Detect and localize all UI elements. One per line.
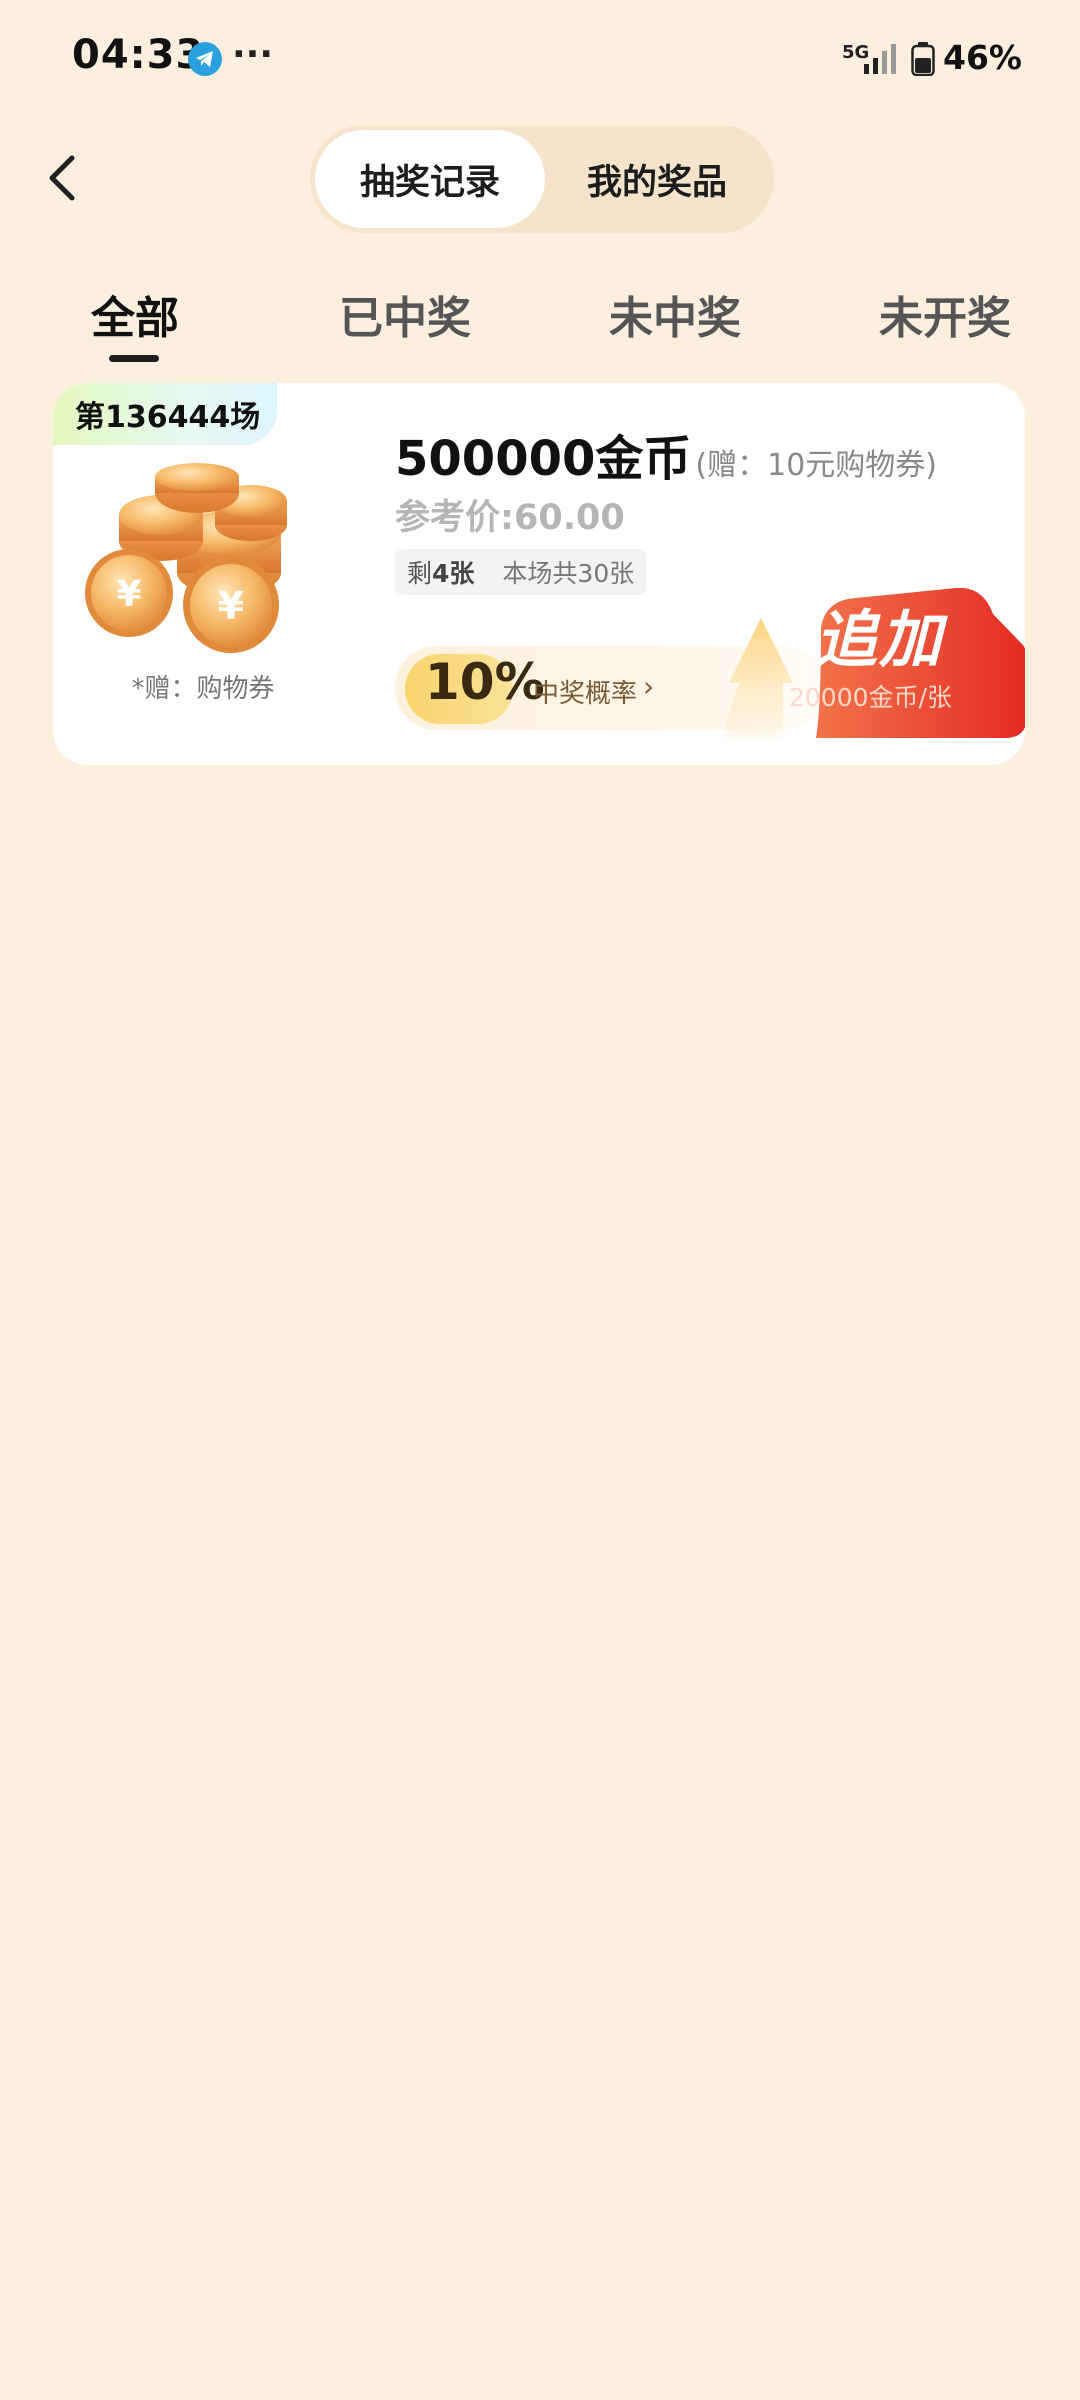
chevron-left-icon [49, 155, 75, 201]
total-tickets: 本场共30张 [502, 559, 635, 588]
reference-price: 参考价:60.00 [395, 498, 625, 538]
battery-icon [911, 42, 935, 76]
svg-text:¥: ¥ [218, 584, 244, 628]
signal-icon [864, 44, 896, 74]
active-tab-indicator [109, 355, 159, 362]
add-ticket-price: 20000金币/张 [789, 683, 952, 712]
segment-draw-records[interactable]: 抽奖记录 [315, 130, 545, 228]
prize-title: 500000金币 (赠：10元购物券) [395, 419, 937, 489]
telegram-icon [188, 42, 222, 76]
ticket-info: 剩4张 本场共30张 [395, 549, 647, 595]
add-ticket-label: 追加 [815, 603, 944, 676]
gift-note: *赠：购物券 [131, 674, 275, 704]
status-bar: 04:33 ··· 5G 46% [0, 0, 1080, 120]
win-probability-value: 10% [425, 653, 545, 711]
svg-text:¥: ¥ [116, 574, 141, 615]
tab-not-won[interactable]: 未中奖 [609, 282, 741, 346]
back-button[interactable] [42, 150, 82, 206]
prize-bonus: (赠：10元购物券) [695, 448, 937, 483]
win-probability-label: 中奖概率 [533, 679, 638, 709]
header-segmented-control: 抽奖记录 我的奖品 [310, 125, 774, 233]
lottery-record-card[interactable]: 第136444场 ¥ ¥ *赠：购物券 500000金币 (赠：10元购物券) … [53, 383, 1025, 765]
battery-percentage: 46% [943, 38, 1022, 77]
tab-all[interactable]: 全部 [91, 282, 179, 346]
gold-coins-image: ¥ ¥ [85, 463, 287, 653]
round-badge: 第136444场 [53, 383, 277, 445]
filter-tabs: 全部 已中奖 未中奖 未开奖 [0, 270, 1080, 370]
remaining-tickets: 剩4张 [407, 559, 475, 588]
chevron-right-icon: › [643, 670, 655, 703]
more-icon: ··· [232, 34, 274, 75]
tab-not-drawn[interactable]: 未开奖 [879, 282, 1011, 346]
prize-name: 500000金币 [395, 431, 692, 487]
tab-won[interactable]: 已中奖 [339, 282, 471, 346]
segment-my-prizes[interactable]: 我的奖品 [542, 130, 772, 228]
status-time: 04:33 [72, 32, 205, 78]
